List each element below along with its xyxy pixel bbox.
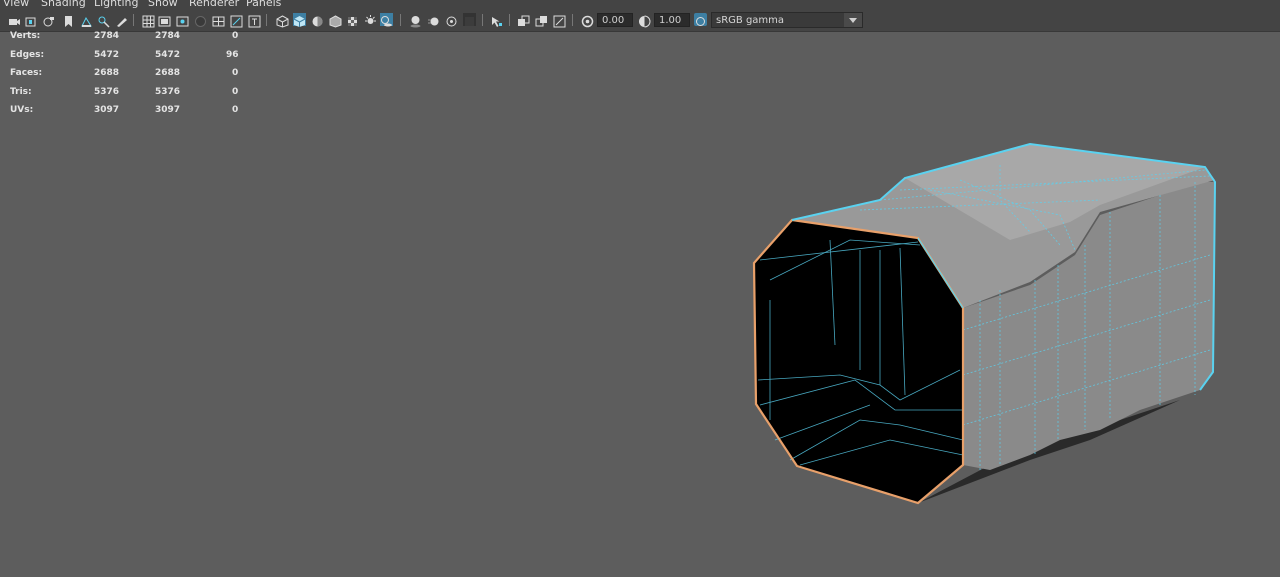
grid-icon[interactable]: [142, 13, 155, 28]
hud-value: 5376: [94, 86, 120, 97]
hud-label: Edges:: [10, 49, 45, 60]
hud-label: Faces:: [10, 68, 43, 79]
hud-value: 2784: [94, 31, 120, 41]
motion-blur-icon[interactable]: [427, 13, 440, 26]
menu-bar: View Shading Lighting Show Renderer Pane…: [0, 0, 1280, 10]
hud-label: UVs:: [10, 105, 34, 116]
hud-value: 96: [226, 49, 239, 60]
hud-value: 5472: [94, 49, 120, 60]
hud-value: 0: [232, 86, 239, 97]
hud-value: 0: [232, 31, 239, 41]
hud-value: 3097: [155, 105, 181, 116]
hud-label: Verts:: [10, 31, 41, 41]
hud-label: Tris:: [10, 86, 32, 97]
camera-attributes-icon[interactable]: [25, 13, 38, 27]
exposure-field[interactable]: 0.00: [597, 13, 633, 27]
textured-icon[interactable]: [346, 13, 359, 26]
menu-renderer[interactable]: Renderer: [189, 0, 239, 10]
bookmark-icon[interactable]: [62, 13, 75, 27]
menu-panels[interactable]: Panels: [246, 0, 281, 10]
grease-pencil-icon[interactable]: [115, 13, 128, 27]
hud-value: 2784: [155, 31, 181, 41]
xray-joints-icon[interactable]: [553, 13, 566, 28]
viewport[interactable]: [0, 0, 1280, 577]
hud-value: 0: [232, 105, 239, 116]
gate-mask-icon[interactable]: [194, 13, 207, 27]
color-space-value: sRGB gamma: [716, 15, 785, 26]
shadows-icon[interactable]: [380, 13, 393, 27]
hud-value: 5472: [155, 49, 181, 60]
2d-pan-zoom-icon[interactable]: [97, 13, 110, 28]
xray-icon[interactable]: [517, 13, 530, 26]
panel-toolbar: 0.00 1.00 sRGB gamma: [0, 10, 1280, 32]
chevron-down-icon[interactable]: [844, 13, 862, 27]
gamma-icon[interactable]: [638, 13, 651, 28]
camera-icon[interactable]: [8, 13, 21, 26]
use-default-material-icon[interactable]: [311, 13, 324, 27]
exposure-icon[interactable]: [581, 13, 594, 28]
menu-view[interactable]: View: [3, 0, 29, 10]
color-space-dropdown[interactable]: sRGB gamma: [711, 12, 863, 28]
gamma-field[interactable]: 1.00: [654, 13, 690, 27]
xray-active-components-icon[interactable]: [535, 13, 548, 27]
resolution-gate-icon[interactable]: [176, 13, 189, 27]
hud-value: 3097: [94, 105, 120, 116]
anti-aliasing-icon[interactable]: [445, 13, 458, 27]
menu-lighting[interactable]: Lighting: [94, 0, 138, 10]
depth-of-field-icon[interactable]: [463, 13, 476, 26]
smooth-shade-icon[interactable]: [293, 13, 306, 27]
safe-title-icon[interactable]: [248, 13, 261, 28]
image-plane-icon[interactable]: [80, 13, 93, 27]
screen-space-ao-icon[interactable]: [409, 13, 422, 28]
menu-shading[interactable]: Shading: [41, 0, 86, 10]
hud-value: 0: [232, 68, 239, 79]
camera-tools-icon[interactable]: [42, 13, 55, 27]
menu-show[interactable]: Show: [148, 0, 178, 10]
hud-value: 2688: [155, 68, 181, 79]
film-gate-icon[interactable]: [158, 13, 171, 27]
field-chart-icon[interactable]: [212, 13, 225, 27]
wireframe-icon[interactable]: [276, 13, 289, 28]
use-all-lights-icon[interactable]: [364, 13, 377, 26]
hud-value: 2688: [94, 68, 120, 79]
color-management-icon[interactable]: [694, 13, 707, 26]
hud-value: 5376: [155, 86, 181, 97]
mesh-opening: [754, 220, 963, 503]
safe-action-icon[interactable]: [230, 13, 243, 28]
wireframe-on-shaded-icon[interactable]: [329, 13, 342, 28]
isolate-select-icon[interactable]: [490, 13, 503, 27]
